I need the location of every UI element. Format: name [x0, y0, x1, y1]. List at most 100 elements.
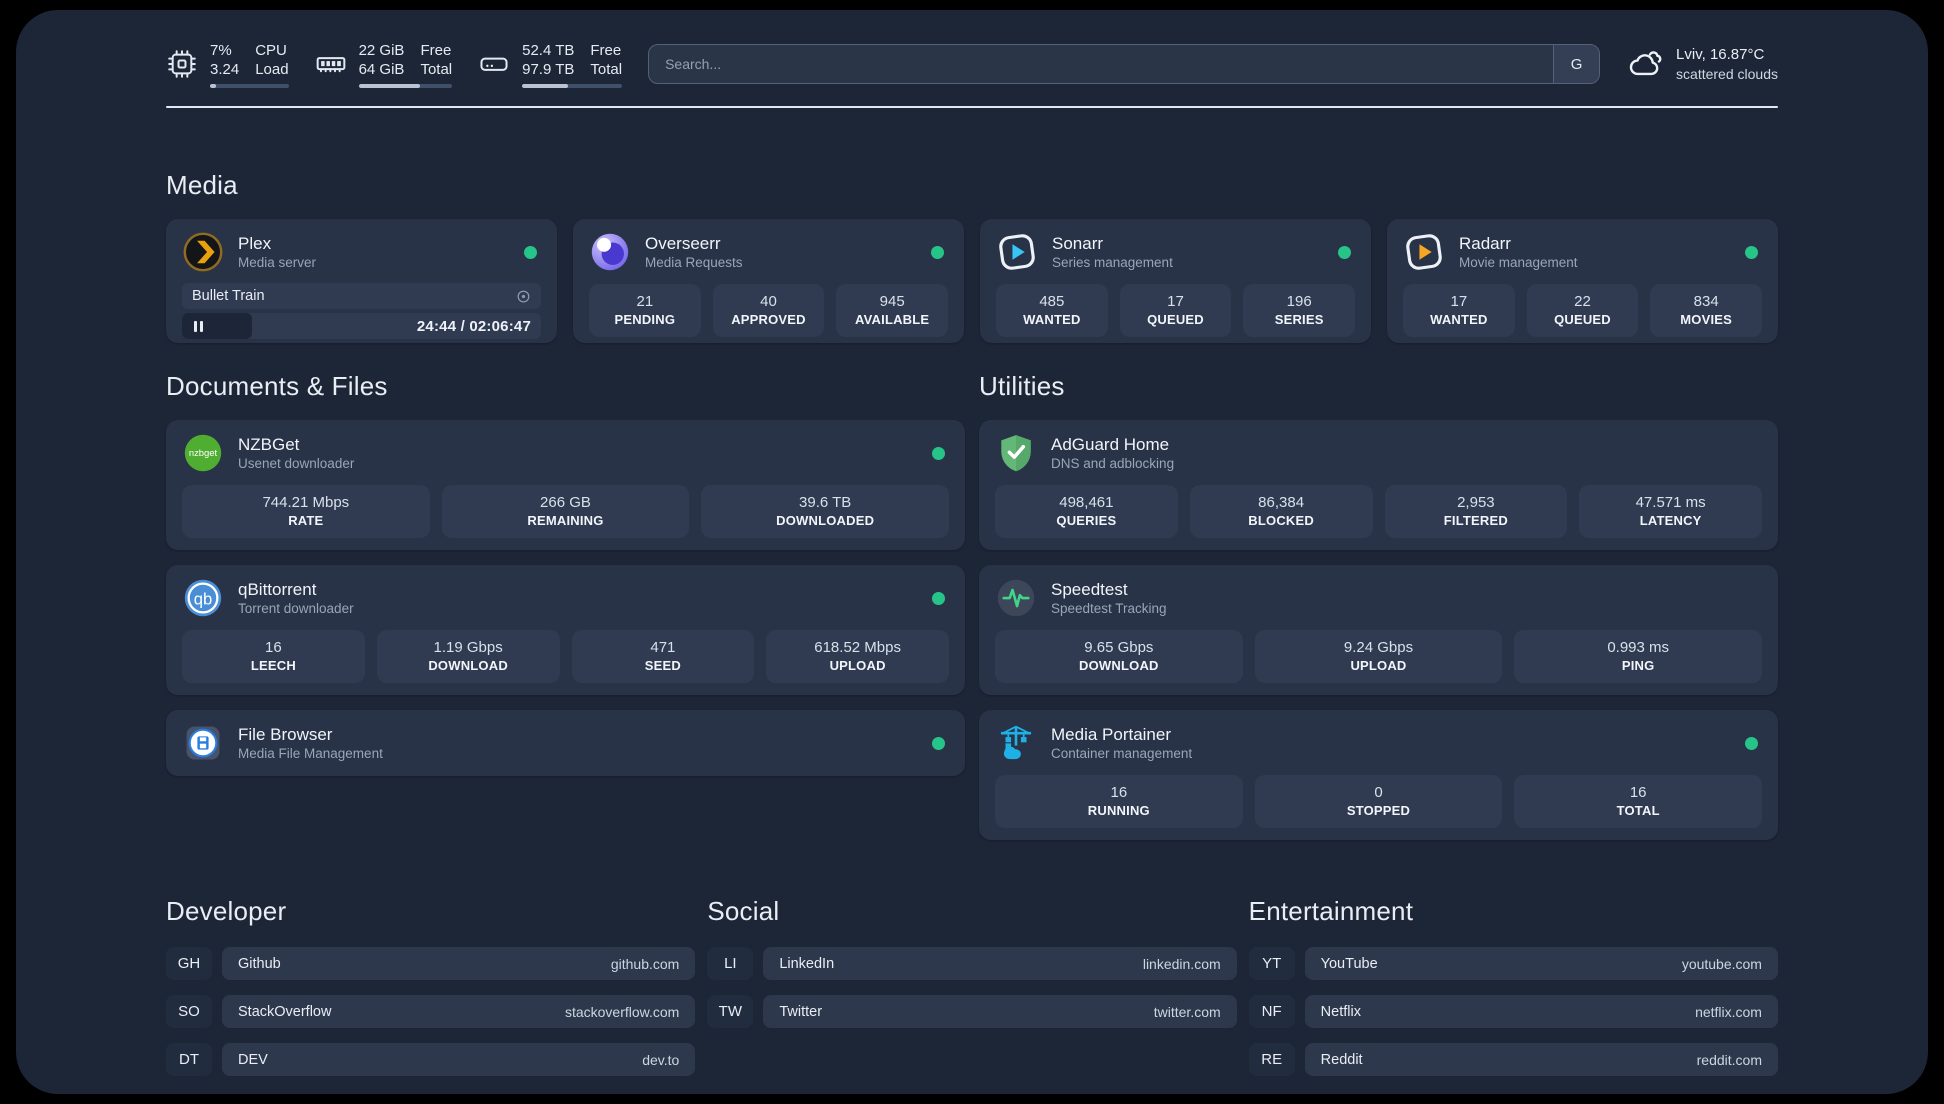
cpu-load: 3.24 — [210, 60, 240, 78]
cpu-load-label: Load — [255, 60, 289, 78]
bookmark-url: reddit.com — [1696, 1051, 1762, 1068]
bookmark-abbr: GH — [166, 947, 212, 980]
service-card-qbittorrent[interactable]: qb qBittorrent Torrent downloader 16 LEE… — [166, 565, 965, 695]
stat-total: 16 TOTAL — [1514, 775, 1762, 828]
header-divider — [166, 106, 1778, 108]
stat-approved: 40 APPROVED — [712, 284, 825, 337]
memory-progress-track — [358, 83, 453, 88]
stat-download: 1.19 Gbps DOWNLOAD — [376, 630, 560, 683]
stat-rate: 744.21 Mbps RATE — [182, 485, 430, 538]
cpu-usage-label: CPU — [255, 41, 287, 59]
bookmark-group-entertainment: Entertainment YT YouTube youtube.com NF … — [1248, 896, 1778, 1076]
search-bar: G — [648, 44, 1601, 84]
stat-queued: 17 QUEUED — [1119, 284, 1232, 337]
resource-cpu: 7% 3.24 CPU Load — [166, 41, 289, 88]
service-desc: Media Requests — [645, 254, 743, 270]
service-name: Overseerr — [645, 233, 721, 253]
service-desc: Media server — [238, 254, 317, 270]
bookmark-name: YouTube — [1320, 955, 1378, 972]
pause-button[interactable] — [194, 320, 203, 332]
memory-total-label: Total — [420, 60, 453, 78]
service-name: Sonarr — [1052, 233, 1104, 253]
utilities-column: Utilities AdGuard Home DNS and adblockin… — [979, 371, 1778, 840]
service-desc: Speedtest Tracking — [1051, 600, 1167, 616]
service-card-portainer[interactable]: Media Portainer Container management 16 … — [979, 710, 1778, 840]
service-card-nzbget[interactable]: nzbget NZBGet Usenet downloader 744.21 M… — [166, 420, 965, 550]
service-name: Radarr — [1459, 233, 1511, 253]
bookmark-twitter[interactable]: TW Twitter twitter.com — [707, 995, 1237, 1028]
service-card-sonarr[interactable]: Sonarr Series management 485 WANTED 17 Q… — [980, 219, 1371, 343]
service-card-speedtest[interactable]: Speedtest Speedtest Tracking 9.65 Gbps D… — [979, 565, 1778, 695]
service-desc: DNS and adblocking — [1051, 455, 1175, 471]
bookmark-reddit[interactable]: RE Reddit reddit.com — [1248, 1043, 1778, 1076]
disk-total-label: Total — [590, 60, 623, 78]
service-card-radarr[interactable]: Radarr Movie management 17 WANTED 22 QUE… — [1387, 219, 1778, 343]
cpu-icon — [166, 48, 198, 80]
bookmark-abbr: RE — [1248, 1043, 1295, 1076]
documents-column: Documents & Files nzbget NZBGet Usenet d… — [166, 371, 965, 840]
resource-disk: 52.4 TB 97.9 TB Free Total — [478, 41, 623, 88]
service-name: NZBGet — [238, 434, 300, 454]
sonarr-icon — [996, 231, 1038, 273]
stat-upload: 9.24 Gbps UPLOAD — [1254, 630, 1503, 683]
adguard-icon — [995, 432, 1037, 474]
service-name: Plex — [238, 233, 272, 253]
bookmark-github[interactable]: GH Github github.com — [166, 947, 696, 980]
stat-movies: 834 MOVIES — [1650, 284, 1762, 337]
service-card-plex[interactable]: Plex Media server Bullet Train 24:44 / 0… — [166, 219, 557, 343]
bookmark-netflix[interactable]: NF Netflix netflix.com — [1248, 995, 1778, 1028]
disk-progress-track — [522, 83, 623, 88]
stat-latency: 47.571 ms LATENCY — [1579, 485, 1762, 538]
service-card-adguard[interactable]: AdGuard Home DNS and adblocking 498,461 … — [979, 420, 1778, 550]
status-dot — [1338, 245, 1351, 259]
stream-icon[interactable] — [516, 289, 531, 304]
service-card-filebrowser[interactable]: File Browser Media File Management — [166, 710, 965, 776]
stat-filtered: 2,953 FILTERED — [1384, 485, 1568, 538]
bookmark-youtube[interactable]: YT YouTube youtube.com — [1248, 947, 1778, 980]
radarr-icon — [1403, 231, 1445, 273]
status-dot — [931, 245, 944, 259]
section-title-documents: Documents & Files — [166, 371, 388, 401]
bookmark-abbr: TW — [707, 995, 754, 1028]
speedtest-icon — [995, 577, 1037, 619]
stat-upload: 618.52 Mbps UPLOAD — [766, 630, 949, 683]
stat-pending: 21 PENDING — [589, 284, 701, 337]
stat-download: 9.65 Gbps DOWNLOAD — [995, 630, 1243, 683]
memory-free-label: Free — [420, 41, 452, 59]
section-title-social: Social — [707, 896, 780, 926]
search-provider-button[interactable]: G — [1553, 45, 1600, 83]
qbittorrent-icon: qb — [182, 577, 224, 619]
bookmark-abbr: SO — [166, 995, 212, 1028]
bookmark-dev[interactable]: DT DEV dev.to — [166, 1043, 696, 1076]
stat-blocked: 86,384 BLOCKED — [1189, 485, 1373, 538]
service-name: File Browser — [238, 724, 333, 744]
bookmark-linkedin[interactable]: LI LinkedIn linkedin.com — [707, 947, 1237, 980]
stat-wanted: 485 WANTED — [996, 284, 1108, 337]
service-card-overseerr[interactable]: Overseerr Media Requests 21 PENDING 40 A… — [573, 219, 964, 343]
service-desc: Container management — [1051, 745, 1193, 761]
bookmarks-grid: Developer GH Github github.com SO StackO… — [166, 896, 1778, 1076]
section-title-media: Media — [166, 170, 238, 200]
cpu-usage: 7% — [210, 41, 232, 59]
stat-downloaded: 39.6 TB DOWNLOADED — [701, 485, 949, 538]
bookmark-url: netflix.com — [1695, 1003, 1762, 1020]
disk-total: 97.9 TB — [522, 60, 575, 78]
bookmark-name: Twitter — [779, 1003, 823, 1020]
plex-now-playing: Bullet Train 24:44 / 02:06:47 — [182, 283, 541, 339]
bookmark-stackoverflow[interactable]: SO StackOverflow stackoverflow.com — [166, 995, 696, 1028]
bookmark-name: Netflix — [1320, 1003, 1361, 1020]
bookmark-url: stackoverflow.com — [564, 1003, 680, 1020]
search-input[interactable] — [649, 45, 1554, 83]
bookmark-abbr: LI — [707, 947, 754, 980]
stat-queued: 22 QUEUED — [1526, 284, 1639, 337]
status-dot — [932, 446, 945, 460]
weather-widget: Lviv, 16.87°C scattered clouds — [1626, 43, 1778, 86]
stat-available: 945 AVAILABLE — [836, 284, 948, 337]
bookmark-group-social: Social LI LinkedIn linkedin.com TW Twitt… — [707, 896, 1237, 1076]
status-dot — [932, 591, 945, 605]
disk-progress-fill — [522, 83, 569, 88]
bookmark-name: LinkedIn — [779, 955, 835, 972]
svg-text:nzbget: nzbget — [189, 448, 218, 459]
playback-progress — [182, 313, 252, 339]
stat-running: 16 RUNNING — [995, 775, 1243, 828]
